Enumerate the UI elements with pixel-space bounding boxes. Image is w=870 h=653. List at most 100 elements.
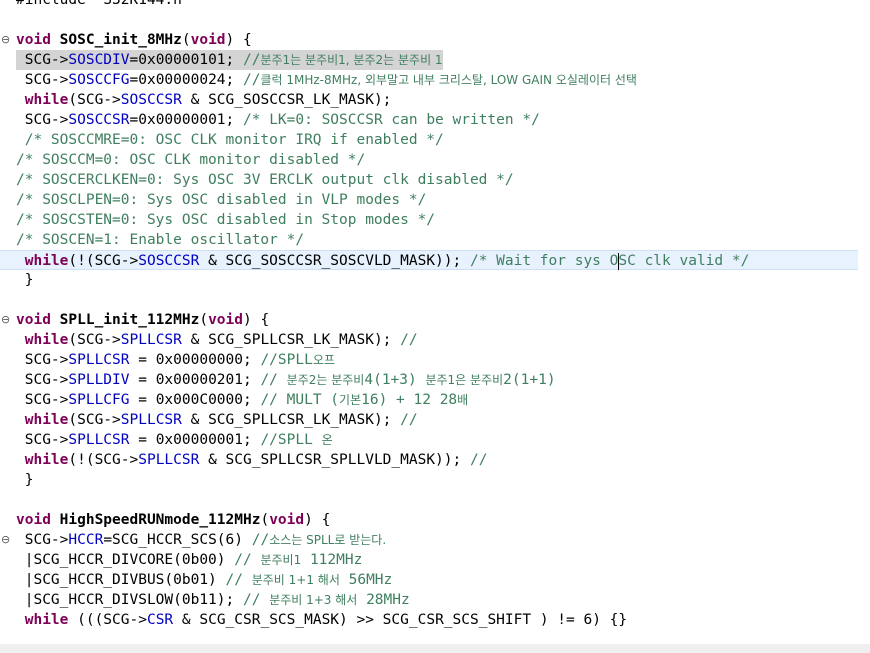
code-token: /* SOSCERCLKEN=0: Sys OSC 3V ERCLK outpu… xyxy=(16,172,514,188)
code-token: SCG-> xyxy=(16,112,69,128)
code-line[interactable]: ⊖ void SPLL_init_112MHz(void) { xyxy=(0,310,858,330)
code-token: & SCG_SOSCCSR_LK_MASK); xyxy=(181,92,392,108)
code-line[interactable]: ⊖ SCG->HCCR=SCG_HCCR_SCS(6) //소스는 SPLL로 … xyxy=(0,530,858,550)
code-token: void xyxy=(208,312,243,328)
code-token: SPLL_init_112MHz xyxy=(59,312,200,328)
code-token: while xyxy=(16,412,69,428)
code-token: = 0x00000201; xyxy=(129,372,261,388)
fold-toggle-icon[interactable]: ⊖ xyxy=(1,310,13,330)
code-line[interactable]: |SCG_HCCR_DIVSLOW(0b11); // 분주비 1+3 해서 2… xyxy=(0,590,858,610)
code-line[interactable]: |SCG_HCCR_DIVCORE(0b00) // 분주비1 112MHz xyxy=(0,550,858,570)
code-token: SOSCDIV xyxy=(68,52,130,68)
horizontal-scrollbar[interactable] xyxy=(0,644,870,653)
code-token: ) { xyxy=(304,512,331,528)
code-token: //SPLL xyxy=(260,352,313,368)
code-token: HCCR xyxy=(68,532,104,548)
code-line[interactable]: /* SOSCEN=1: Enable oscillator */ xyxy=(0,230,858,250)
code-line[interactable]: /* SOSCCM=0: OSC CLK monitor disabled */ xyxy=(0,150,858,170)
code-line[interactable]: while(SCG->SOSCCSR & SCG_SOSCCSR_LK_MASK… xyxy=(0,90,858,110)
code-token: void xyxy=(269,512,305,528)
code-token: // xyxy=(400,412,418,428)
code-token: //SPLL xyxy=(260,432,322,448)
code-text: while(!(SCG->SOSCCSR & SCG_SOSCCSR_SOSCV… xyxy=(16,251,749,271)
code-text: /* SOSCSTEN=0: Sys OSC disabled in Stop … xyxy=(16,210,435,230)
fold-toggle-icon[interactable]: ⊖ xyxy=(1,30,13,50)
code-token: // MULT ( xyxy=(260,392,340,408)
code-line[interactable]: SCG->SOSCCFG=0x00000024; //클럭 1MHz-8MHz,… xyxy=(0,70,858,90)
code-token: 2(1+1) xyxy=(503,372,556,388)
code-token: 분주2는 분주비 xyxy=(286,373,365,387)
code-token: 온 xyxy=(321,433,333,447)
code-line[interactable]: } xyxy=(0,470,858,490)
code-line[interactable]: |SCG_HCCR_DIVBUS(0b01) // 분주비 1+1 해서 56M… xyxy=(0,570,858,590)
code-text: while(SCG->SPLLCSR & SCG_SPLLCSR_LK_MASK… xyxy=(16,410,418,430)
code-text: } xyxy=(16,270,34,290)
code-token: 오프 xyxy=(312,353,335,367)
code-line[interactable]: /* SOSCSTEN=0: Sys OSC disabled in Stop … xyxy=(0,210,858,230)
code-token: 기본 xyxy=(339,393,362,407)
code-token: // xyxy=(469,452,488,468)
code-line[interactable]: while(SCG->SPLLCSR & SCG_SPLLCSR_LK_MASK… xyxy=(0,410,858,430)
code-token: |SCG_HCCR_DIVBUS(0b01) xyxy=(16,572,226,588)
code-token: 28MHz xyxy=(357,592,410,608)
code-token: ) { xyxy=(243,312,270,328)
code-line[interactable]: /* SOSCLPEN=0: Sys OSC disabled in VLP m… xyxy=(0,190,858,210)
code-token: // xyxy=(251,532,270,548)
code-token: // xyxy=(260,372,287,388)
code-token: SCG-> xyxy=(16,352,69,368)
code-text: while (((SCG->CSR & SCG_CSR_SCS_MASK) >>… xyxy=(16,610,627,630)
code-token: 4(1+3) xyxy=(364,372,426,388)
code-token: // xyxy=(234,552,261,568)
code-line[interactable]: SCG->SPLLCSR = 0x00000000; //SPLL오프 xyxy=(0,350,858,370)
code-token: /* SOSCCMRE=0: OSC CLK monitor IRQ if en… xyxy=(16,132,444,148)
code-token: // xyxy=(243,52,261,68)
code-line[interactable]: while(!(SCG->SPLLCSR & SCG_SPLLCSR_SPLLV… xyxy=(0,450,858,470)
code-token: while xyxy=(16,253,69,269)
code-line[interactable]: void HighSpeedRUNmode_112MHz(void) { xyxy=(0,510,858,530)
code-line[interactable]: while (((SCG->CSR & SCG_CSR_SCS_MASK) >>… xyxy=(0,610,858,630)
code-line[interactable]: SCG->SOSCDIV=0x00000101; //분주1는 분주비1, 분주… xyxy=(0,50,858,70)
code-line[interactable]: } xyxy=(0,270,858,290)
code-line[interactable]: while(SCG->SPLLCSR & SCG_SPLLCSR_LK_MASK… xyxy=(0,330,858,350)
code-line[interactable]: /* SOSCCMRE=0: OSC CLK monitor IRQ if en… xyxy=(0,130,858,150)
code-line[interactable]: /* SOSCERCLKEN=0: Sys OSC 3V ERCLK outpu… xyxy=(0,170,858,190)
code-token: & SCG_CSR_SCS_MASK) >> SCG_CSR_SCS_SHIFT… xyxy=(173,612,628,628)
code-token: 소스는 SPLL로 받는다. xyxy=(269,533,387,547)
code-line[interactable]: SCG->SPLLCFG = 0x000C0000; // MULT (기본16… xyxy=(0,390,858,410)
code-editor[interactable]: #include "S32K144.h" ⊖ void SOSC_init_8MHz… xyxy=(0,0,870,653)
code-token: = 0x00000000; xyxy=(129,352,261,368)
code-token: (((SCG-> xyxy=(68,612,147,628)
code-token: (SCG-> xyxy=(68,332,121,348)
code-token: =0x00000024; xyxy=(129,72,243,88)
code-token: // xyxy=(243,72,261,88)
code-token: |SCG_HCCR_DIVSLOW(0b11); xyxy=(16,592,243,608)
fold-toggle-icon[interactable]: ⊖ xyxy=(1,530,13,550)
code-token: ) { xyxy=(225,32,252,48)
code-token: void xyxy=(190,32,226,48)
code-token: (SCG-> xyxy=(68,412,121,428)
code-text: void HighSpeedRUNmode_112MHz(void) { xyxy=(16,510,330,530)
code-line[interactable] xyxy=(0,10,858,30)
code-token: SCG-> xyxy=(16,372,69,388)
code-line[interactable]: #include "S32K144.h" xyxy=(0,0,858,10)
code-text: |SCG_HCCR_DIVCORE(0b00) // 분주비1 112MHz xyxy=(16,550,363,570)
code-line[interactable] xyxy=(0,290,858,310)
code-line[interactable]: while(!(SCG->SOSCCSR & SCG_SOSCCSR_SOSCV… xyxy=(0,250,858,270)
code-token: while xyxy=(16,332,69,348)
code-text: while(SCG->SPLLCSR & SCG_SPLLCSR_LK_MASK… xyxy=(16,330,418,350)
code-text: SCG->SOSCCSR=0x00000001; /* LK=0: SOSCCS… xyxy=(16,110,540,130)
code-text: /* SOSCLPEN=0: Sys OSC disabled in VLP m… xyxy=(16,190,426,210)
code-line[interactable]: SCG->SPLLCSR = 0x00000001; //SPLL 온 xyxy=(0,430,858,450)
code-line[interactable]: SCG->SOSCCSR=0x00000001; /* LK=0: SOSCCS… xyxy=(0,110,858,130)
code-token: 16) + 12 28 xyxy=(361,392,458,408)
code-line[interactable] xyxy=(0,490,858,510)
code-token: SPLLCSR xyxy=(68,432,130,448)
code-token: 배 xyxy=(457,393,469,407)
code-token: void xyxy=(16,32,60,48)
code-line[interactable]: ⊖ void SOSC_init_8MHz(void) { xyxy=(0,30,858,50)
code-line[interactable]: SCG->SPLLDIV = 0x00000201; // 분주2는 분주비4(… xyxy=(0,370,858,390)
code-text: SCG->SOSCDIV=0x00000101; //분주1는 분주비1, 분주… xyxy=(16,50,443,70)
code-text: SCG->HCCR=SCG_HCCR_SCS(6) //소스는 SPLL로 받는… xyxy=(16,530,386,550)
code-token: SCG-> xyxy=(16,72,69,88)
code-token: // xyxy=(242,592,270,608)
